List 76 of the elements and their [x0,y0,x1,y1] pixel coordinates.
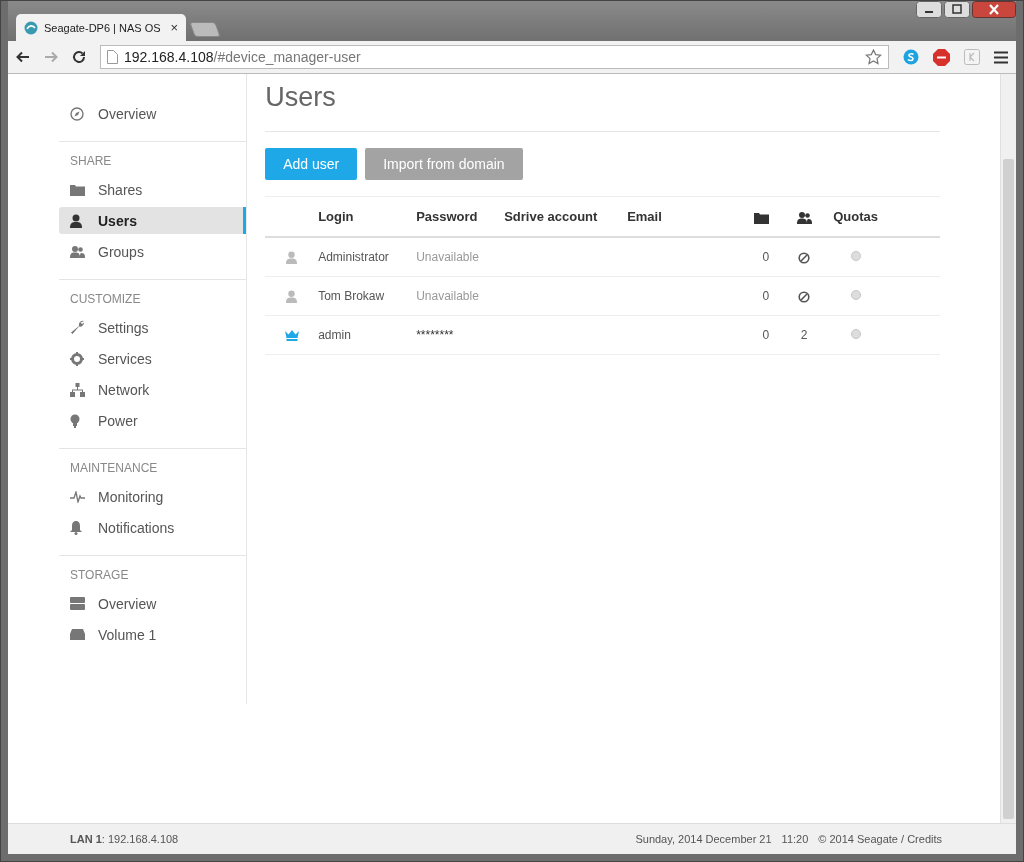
storage-icon [70,597,85,610]
sidebar-item[interactable]: Users [59,207,247,234]
quota-dot-icon [851,290,862,300]
section-heading: STORAGE [69,568,130,584]
url-text: 192.168.4.108/#device_manager-user [124,49,362,65]
login-cell: Tom Brokaw [318,289,385,303]
lan-address: LAN 1: 192.168.4.108 [70,833,179,845]
network-icon [70,382,85,397]
crown-icon [284,330,299,342]
users-icon [796,211,812,225]
quota-dot-icon [851,251,862,261]
browser-tab[interactable]: Seagate-DP6 | NAS OS × [16,14,186,41]
shares-count: 0 [762,289,770,303]
sidebar-item[interactable]: Settings [59,314,247,341]
gear-icon [70,351,84,366]
sidebar-item[interactable]: Groups [59,238,247,265]
prohibited-icon [798,251,811,264]
page-icon [107,50,118,64]
section-heading: SHARE [69,154,113,170]
star-icon[interactable] [865,49,882,65]
shares-count: 0 [762,328,770,342]
tab-title: Seagate-DP6 | NAS OS [44,21,162,34]
column-header[interactable]: Sdrive account [504,209,598,224]
section-heading: CUSTOMIZE [69,292,142,308]
user-icon [286,290,298,304]
address-bar[interactable]: 192.168.4.108/#device_manager-user [100,45,889,69]
password-cell: Unavailable [416,250,479,264]
password-cell: Unavailable [416,289,479,303]
maximize-icon[interactable] [944,1,970,18]
bell-icon [70,520,82,535]
login-cell: admin [318,328,351,342]
sidebar-item[interactable]: Services [59,345,247,372]
menu-icon[interactable] [994,50,1008,64]
drive-icon [70,629,85,640]
column-header[interactable]: Quotas [833,209,878,224]
tab-close-button[interactable]: × [170,20,178,35]
users-icon [70,245,85,258]
sidebar-item[interactable]: Shares [59,176,247,203]
sidebar-item[interactable]: Monitoring [59,483,247,510]
compass-icon [70,106,84,121]
prohibited-icon [798,290,811,303]
sidebar-item[interactable]: Notifications [59,514,247,541]
close-icon[interactable] [972,1,1016,18]
sidebar-item[interactable]: Power [59,407,247,434]
login-cell: Administrator [318,250,389,264]
pulse-icon [70,490,85,503]
reload-icon[interactable] [72,50,86,64]
column-header[interactable]: Login [318,209,354,224]
sidebar-item[interactable]: Network [59,376,247,403]
site-logo-icon [24,20,38,35]
new-tab-button[interactable] [189,22,221,37]
adblock-extension-icon[interactable] [933,48,950,66]
groups-count: 2 [800,328,808,342]
quota-dot-icon [851,329,862,339]
folder-icon [70,183,85,196]
sidebar-item[interactable]: Volume 1 [59,621,247,648]
skype-extension-icon[interactable] [903,49,919,65]
column-header[interactable]: Password [416,209,478,224]
scrollbar-thumb[interactable] [1003,159,1014,819]
sidebar-item[interactable]: Overview [59,590,247,617]
date-text: Sunday, 2014 December 21 [635,833,772,845]
shares-count: 0 [762,250,770,264]
page-title: Users [265,82,941,132]
column-header[interactable]: Email [627,209,662,224]
folder-icon [754,211,770,224]
back-icon[interactable] [16,50,30,64]
lightbulb-icon [70,413,80,428]
password-cell: ******** [416,328,454,342]
time-text: 11:20 [781,833,809,845]
user-icon [70,213,82,228]
minimize-icon[interactable] [916,1,942,18]
copyright-text: © 2014 Seagate / Credits [818,833,942,845]
section-heading: MAINTENANCE [69,461,159,477]
sidebar-item[interactable]: Overview [59,100,247,127]
wrench-icon [70,320,85,335]
user-icon [286,251,298,265]
